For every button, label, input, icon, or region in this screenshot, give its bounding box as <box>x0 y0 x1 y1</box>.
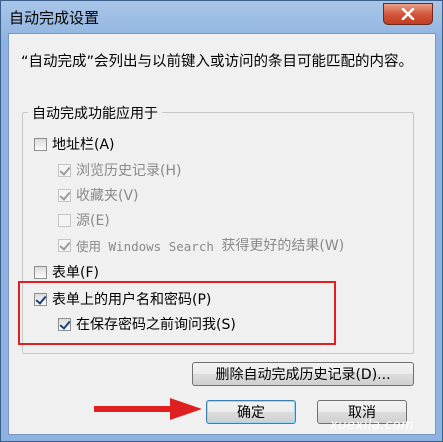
forms-option[interactable]: 表单(F) <box>34 262 99 282</box>
title-bar: 自动完成设置 <box>1 1 443 33</box>
address-bar-label: 地址栏(A) <box>52 137 115 153</box>
delete-history-button[interactable]: 删除自动完成历史记录(D)... <box>192 362 414 386</box>
address-bar-option[interactable]: 地址栏(A) <box>34 134 115 154</box>
ok-button[interactable]: 确定 <box>206 400 296 424</box>
favorites-checkbox[interactable] <box>58 188 71 202</box>
description-text: “自动完成”会列出与以前键入或访问的条目可能匹配的内容。 <box>21 54 414 70</box>
browse-history-label: 浏览历史记录(H) <box>76 163 182 179</box>
arrow-icon <box>94 398 202 420</box>
windows-search-label-suffix: 获得更好的结果(W) <box>221 238 345 254</box>
feeds-label: 源(E) <box>76 213 110 229</box>
favorites-option[interactable]: 收藏夹(V) <box>58 185 139 205</box>
highlight-box <box>18 281 336 345</box>
group-label: 自动完成功能应用于 <box>28 103 162 123</box>
close-icon <box>401 8 415 20</box>
forms-label: 表单(F) <box>52 265 99 281</box>
feeds-checkbox[interactable] <box>58 213 71 227</box>
forms-checkbox[interactable] <box>34 265 47 279</box>
close-button[interactable] <box>383 3 433 25</box>
address-bar-checkbox[interactable] <box>34 137 47 151</box>
windows-search-option[interactable]: 使用 Windows Search 获得更好的结果(W) <box>58 235 344 255</box>
windows-search-label-prefix: 使用 Windows Search <box>76 238 222 254</box>
favorites-label: 收藏夹(V) <box>76 188 139 204</box>
window-title: 自动完成设置 <box>9 9 100 27</box>
windows-search-checkbox[interactable] <box>58 238 71 252</box>
browse-history-option[interactable]: 浏览历史记录(H) <box>58 160 181 180</box>
browse-history-checkbox[interactable] <box>58 163 71 177</box>
feeds-option[interactable]: 源(E) <box>58 210 110 230</box>
watermark: xuexila.com <box>330 418 415 433</box>
